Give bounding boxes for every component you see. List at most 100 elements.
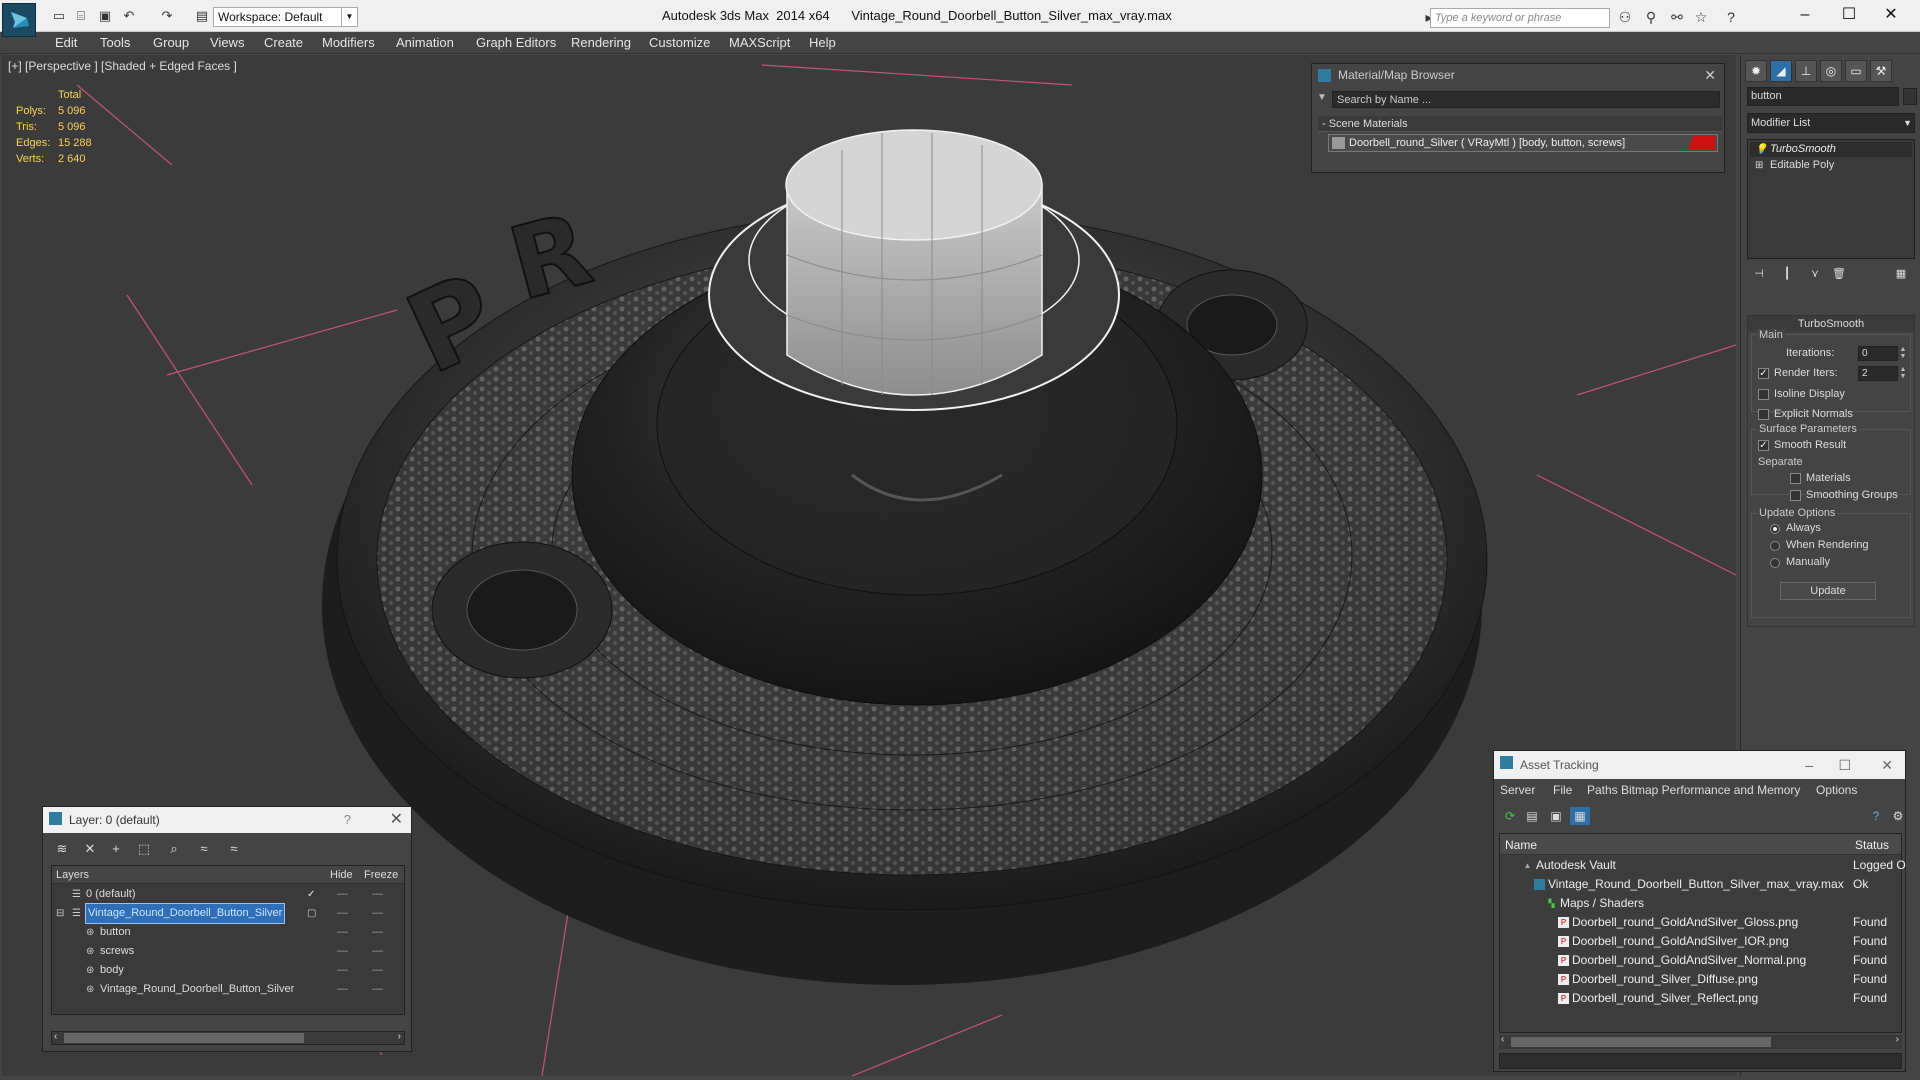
- delete-layer-icon[interactable]: ✕: [79, 839, 101, 859]
- pin-stack-icon[interactable]: ⊣: [1749, 267, 1769, 285]
- favorites-star-icon[interactable]: ☆: [1692, 9, 1710, 25]
- lightbulb-icon[interactable]: 💡: [1755, 142, 1767, 157]
- hide-toggle[interactable]: —: [337, 980, 348, 999]
- material-search-input[interactable]: Search by Name ...: [1332, 91, 1720, 108]
- select-objects-icon[interactable]: ⬚: [133, 839, 155, 859]
- material-browser-titlebar[interactable]: Material/Map Browser ✕: [1312, 64, 1724, 86]
- maximize-icon[interactable]: ☐: [1838, 751, 1851, 779]
- menu-tools[interactable]: Tools: [100, 35, 130, 50]
- workspace-dropdown[interactable]: Workspace: Default ▼: [213, 7, 358, 27]
- layers-column-header[interactable]: Layers: [56, 869, 89, 881]
- scrollbar-thumb[interactable]: [1511, 1037, 1771, 1047]
- motion-tab-icon[interactable]: ◎: [1820, 60, 1842, 82]
- freeze-toggle[interactable]: —: [372, 904, 383, 923]
- scroll-left-icon[interactable]: ‹: [1501, 1034, 1504, 1045]
- asset-menu-options[interactable]: Options: [1816, 783, 1857, 797]
- layer-row[interactable]: ⊛ button — —: [52, 923, 404, 942]
- isoline-display-checkbox[interactable]: [1758, 389, 1769, 400]
- asset-menu-paths[interactable]: Paths: [1587, 783, 1618, 797]
- app-menu-button[interactable]: [2, 3, 36, 37]
- communication-center-icon[interactable]: ⚯: [1668, 9, 1686, 25]
- help-icon[interactable]: ?: [1866, 807, 1886, 825]
- spinner-arrows-icon[interactable]: ▲ ▼: [1898, 346, 1908, 361]
- smoothing-groups-checkbox[interactable]: [1790, 490, 1801, 501]
- list-view-icon[interactable]: ▤: [1522, 807, 1542, 825]
- material-entry[interactable]: Doorbell_round_Silver ( VRayMtl ) [body,…: [1328, 134, 1718, 152]
- keyword-search-input[interactable]: Type a keyword or phrase: [1430, 8, 1610, 28]
- close-icon[interactable]: ✕: [390, 807, 403, 833]
- table-row[interactable]: P Doorbell_round_GoldAndSilver_IOR.png F…: [1500, 932, 1901, 951]
- table-view-icon[interactable]: ▦: [1570, 807, 1590, 825]
- update-button[interactable]: Update: [1780, 582, 1876, 600]
- when-rendering-radio[interactable]: [1770, 541, 1780, 551]
- render-iters-checkbox[interactable]: ✓: [1758, 368, 1769, 379]
- minimize-window-icon[interactable]: –: [1790, 4, 1820, 26]
- remove-modifier-icon[interactable]: 🗑: [1829, 267, 1849, 285]
- hide-toggle[interactable]: —: [337, 961, 348, 980]
- viewport-label[interactable]: [+] [Perspective ] [Shaded + Edged Faces…: [8, 59, 237, 73]
- menu-animation[interactable]: Animation: [396, 35, 454, 50]
- horizontal-scrollbar[interactable]: ‹ ›: [51, 1031, 405, 1045]
- modifier-list-dropdown[interactable]: Modifier List ▼: [1747, 113, 1915, 133]
- display-tab-icon[interactable]: ▭: [1845, 60, 1867, 82]
- layer-window-titlebar[interactable]: Layer: 0 (default) ? ✕: [43, 807, 411, 833]
- close-icon[interactable]: ✕: [1881, 751, 1893, 779]
- menu-maxscript[interactable]: MAXScript: [729, 35, 790, 50]
- menu-group[interactable]: Group: [153, 35, 189, 50]
- object-color-swatch[interactable]: [1903, 88, 1917, 105]
- materials-checkbox[interactable]: [1790, 473, 1801, 484]
- open-file-icon[interactable]: ⌸: [72, 8, 90, 24]
- menu-graph-editors[interactable]: Graph Editors: [476, 35, 556, 50]
- status-column-header[interactable]: Status: [1855, 838, 1889, 852]
- binoculars-icon[interactable]: ⚇: [1616, 9, 1634, 25]
- table-row[interactable]: P Doorbell_round_GoldAndSilver_Normal.pn…: [1500, 951, 1901, 970]
- asset-tracking-titlebar[interactable]: Asset Tracking – ☐ ✕: [1494, 751, 1905, 779]
- asset-menu-bitmap-performance[interactable]: Bitmap Performance and Memory: [1621, 783, 1800, 797]
- scroll-right-icon[interactable]: ›: [398, 1031, 401, 1042]
- table-row[interactable]: Vintage_Round_Doorbell_Button_Silver_max…: [1500, 875, 1901, 894]
- menu-rendering[interactable]: Rendering: [571, 35, 631, 50]
- always-radio[interactable]: [1770, 524, 1780, 534]
- stack-item-turbosmooth[interactable]: 💡 TurboSmooth: [1750, 142, 1912, 157]
- save-file-icon[interactable]: ▣: [96, 8, 114, 24]
- redo-icon[interactable]: ↷: [158, 8, 176, 24]
- menu-help[interactable]: Help: [809, 35, 836, 50]
- menu-customize[interactable]: Customize: [649, 35, 710, 50]
- asset-menu-file[interactable]: File: [1553, 783, 1572, 797]
- table-row[interactable]: P Doorbell_round_Silver_Reflect.png Foun…: [1500, 989, 1901, 1008]
- menu-modifiers[interactable]: Modifiers: [322, 35, 375, 50]
- scene-materials-section[interactable]: - Scene Materials: [1318, 116, 1722, 132]
- subscription-icon[interactable]: ⚲: [1642, 9, 1660, 25]
- filter-dropdown-icon[interactable]: ▼: [1317, 92, 1327, 103]
- table-row[interactable]: ▲ Autodesk Vault Logged O: [1500, 856, 1906, 875]
- hierarchy-tab-icon[interactable]: ⊥: [1795, 60, 1817, 82]
- close-icon[interactable]: ✕: [1704, 64, 1716, 86]
- freeze-column-header[interactable]: Freeze: [364, 869, 398, 881]
- current-layer-box-icon[interactable]: ▢: [307, 904, 316, 923]
- table-row[interactable]: P Doorbell_round_GoldAndSilver_Gloss.png…: [1500, 913, 1901, 932]
- project-folder-icon[interactable]: ▤: [193, 8, 211, 24]
- iterations-spinner[interactable]: 0: [1858, 346, 1898, 361]
- minimize-icon[interactable]: –: [1805, 751, 1813, 779]
- make-unique-icon[interactable]: ⋎: [1805, 267, 1825, 285]
- hide-toggle[interactable]: —: [337, 885, 348, 904]
- help-icon[interactable]: ?: [1722, 9, 1740, 25]
- menu-create[interactable]: Create: [264, 35, 303, 50]
- render-iters-spinner[interactable]: 2: [1858, 366, 1898, 381]
- freeze-all-icon[interactable]: ≈: [223, 839, 245, 859]
- table-row[interactable]: ▚ Maps / Shaders: [1500, 894, 1901, 913]
- configure-modifier-sets-icon[interactable]: ▦: [1891, 267, 1911, 285]
- asset-menu-server[interactable]: Server: [1500, 783, 1535, 797]
- hide-toggle[interactable]: —: [337, 942, 348, 961]
- active-layer-check-icon[interactable]: ✓: [307, 885, 315, 904]
- layer-row[interactable]: ⊛ Vintage_Round_Doorbell_Button_Silver —…: [52, 980, 404, 999]
- modify-tab-icon[interactable]: ◢: [1770, 60, 1792, 82]
- close-window-icon[interactable]: ✕: [1876, 4, 1906, 26]
- freeze-toggle[interactable]: —: [372, 885, 383, 904]
- thumbnail-view-icon[interactable]: ▣: [1546, 807, 1566, 825]
- horizontal-scrollbar[interactable]: ‹ ›: [1499, 1034, 1902, 1049]
- menu-views[interactable]: Views: [210, 35, 244, 50]
- menu-edit[interactable]: Edit: [55, 35, 77, 50]
- object-name-field[interactable]: button: [1747, 87, 1899, 106]
- spinner-arrows-icon[interactable]: ▲ ▼: [1898, 366, 1908, 381]
